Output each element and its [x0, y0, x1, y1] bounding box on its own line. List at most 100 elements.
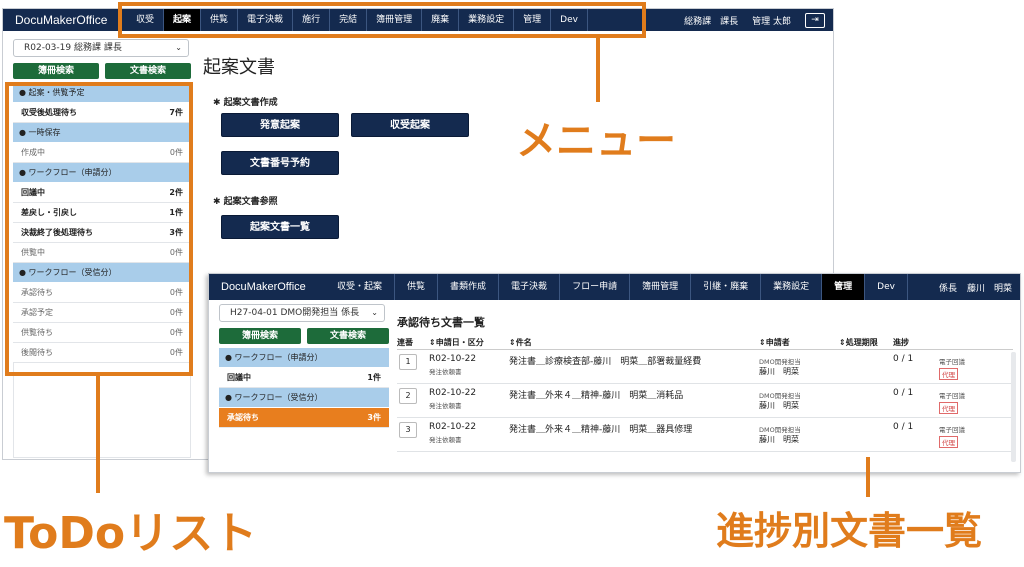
doc-name[interactable]: 発注書＿外来４＿精神-藤川 明菜＿消耗品	[509, 388, 759, 401]
section-ref-heading: ✱ 起案文書参照	[213, 197, 278, 207]
menu-item[interactable]: 業務設定	[761, 274, 823, 300]
todo-item[interactable]: 承認待ち 3件	[219, 408, 389, 428]
logout-icon[interactable]: ⇥	[805, 12, 825, 28]
col-date[interactable]: ⇕申請日・区分	[429, 336, 509, 349]
progress-value: 0 / 1	[893, 388, 914, 398]
route-label: 電子回議	[939, 358, 965, 366]
user-name: 管理 太郎	[752, 16, 791, 27]
user-role: 係長	[938, 283, 957, 294]
todo-item-label: 回議中	[227, 373, 251, 382]
applicant-cell: DMO開発担当 藤川 明菜	[759, 354, 839, 377]
doc-name[interactable]: 発注書＿診療検査部-藤川 明菜＿部署裁量経費	[509, 354, 759, 367]
col-progress: 進捗	[893, 338, 909, 347]
user-dept: 総務課 課長	[684, 16, 739, 27]
row-number-cell: 1	[397, 354, 429, 370]
brand-logo: DocuMakerOffice	[15, 13, 108, 27]
table-row[interactable]: 2 R02-10-22 発注依頼書 発注書＿外来４＿精神-藤川 明菜＿消耗品 DMO開発…	[397, 384, 1013, 418]
route-label: 電子回議	[939, 426, 965, 434]
table-row[interactable]: 1 R02-10-22 発注依頼書 発注書＿診療検査部-藤川 明菜＿部署裁量経費 DMO…	[397, 350, 1013, 384]
progress-value: 0 / 1	[893, 422, 914, 432]
col-applicant[interactable]: ⇕申請者	[759, 336, 839, 349]
proxy-badge: 代理	[939, 368, 958, 380]
menu-item[interactable]: 管理	[822, 274, 866, 300]
todo-callout-line	[96, 376, 100, 493]
applicant-cell: DMO開発担当 藤川 明菜	[759, 422, 839, 445]
todo-item-count: 3件	[367, 413, 381, 422]
doc-search-button[interactable]: 文書検索	[105, 63, 191, 79]
approval-window: DocuMakerOffice 収受・起案 供覧 書類作成 電子決裁 フロー申請 簿冊管理…	[208, 273, 1021, 473]
menu-item[interactable]: 電子決裁	[499, 274, 561, 300]
position-select[interactable]: R02-03-19 総務課 課長 ⌄	[13, 39, 189, 57]
menu-item[interactable]: 供覧	[395, 274, 439, 300]
doc-name[interactable]: 発注書＿外来４＿精神-藤川 明菜＿器具修理	[509, 422, 759, 435]
route-cell: 電子回議 代理	[939, 422, 999, 448]
progress-callout-line	[866, 457, 870, 497]
brand-logo-front: DocuMakerOffice	[221, 281, 306, 293]
date-cell: R02-10-22 発注依頼書	[429, 422, 509, 444]
hatsui-kian-button[interactable]: 発意起案	[221, 113, 339, 137]
todo-callout-label: ToDoリスト	[4, 508, 258, 559]
route-label: 電子回議	[939, 392, 965, 400]
chevron-down-icon: ⌄	[175, 43, 182, 52]
route-cell: 電子回議 代理	[939, 388, 999, 414]
progress-callout-label: 進捗別文書一覧	[716, 509, 983, 553]
row-number[interactable]: 2	[399, 388, 417, 404]
menu-item[interactable]: 簿冊管理	[630, 274, 692, 300]
applicant-dept: DMO開発担当	[759, 358, 801, 366]
apply-date: R02-10-22	[429, 388, 477, 398]
scrollbar[interactable]	[1011, 352, 1016, 462]
list-title: 承認待ち文書一覧	[397, 316, 485, 329]
todo-item[interactable]: 回議中 1件	[219, 368, 389, 388]
position-select-front[interactable]: H27-04-01 DMO開発担当 係長 ⌄	[219, 304, 385, 322]
kian-list-button[interactable]: 起案文書一覧	[221, 215, 339, 239]
applicant-name: 藤川 明菜	[759, 367, 799, 376]
shuju-kian-button[interactable]: 収受起案	[351, 113, 469, 137]
col-no: 連番	[397, 338, 413, 347]
top-nav-front: DocuMakerOffice 収受・起案 供覧 書類作成 電子決裁 フロー申請 簿冊管理…	[209, 274, 1020, 300]
menu-item[interactable]: フロー申請	[560, 274, 631, 300]
sidebar-front: H27-04-01 DMO開発担当 係長 ⌄ 簿冊検索 文書検索 ● ワークフロ…	[219, 304, 389, 428]
approval-table: 連番 ⇕申請日・区分 ⇕件名 ⇕申請者 ⇕処理期限 進捗 1 R02-10-22 発…	[397, 336, 1013, 452]
todo-section-header: ● ワークフロー（申請分）	[219, 348, 389, 368]
apply-date: R02-10-22	[429, 422, 477, 432]
applicant-name: 藤川 明菜	[759, 401, 799, 410]
todo-highlight-frame	[5, 82, 193, 376]
sidebar-empty-area	[13, 363, 191, 458]
date-cell: R02-10-22 発注依頼書	[429, 354, 509, 376]
page-title: 起案文書	[203, 57, 275, 78]
todo-list-front: ● ワークフロー（申請分） 回議中 1件 ● ワークフロー（受信分） 承認待ち 3件	[219, 348, 389, 428]
applicant-dept: DMO開発担当	[759, 392, 801, 400]
todo-item-label: 承認待ち	[227, 413, 259, 422]
chevron-down-icon: ⌄	[371, 308, 378, 317]
apply-date: R02-10-22	[429, 354, 477, 364]
doc-number-reserve-button[interactable]: 文書番号予約	[221, 151, 339, 175]
doc-kind: 発注依頼書	[429, 368, 462, 376]
row-number-cell: 3	[397, 422, 429, 438]
menu-item[interactable]: 引継・廃棄	[691, 274, 762, 300]
applicant-dept: DMO開発担当	[759, 426, 801, 434]
menu-callout-line	[596, 38, 600, 102]
doc-search-button-front[interactable]: 文書検索	[307, 328, 389, 344]
menu-item[interactable]: Dev	[865, 274, 908, 300]
row-number-cell: 2	[397, 388, 429, 404]
section-create-heading: ✱ 起案文書作成	[213, 98, 278, 108]
menu-item[interactable]: 書類作成	[438, 274, 500, 300]
todo-item-count: 1件	[367, 373, 381, 382]
row-number[interactable]: 1	[399, 354, 417, 370]
col-limit[interactable]: ⇕処理期限	[839, 336, 893, 349]
menu-item[interactable]: 収受・起案	[325, 274, 396, 300]
row-number[interactable]: 3	[399, 422, 417, 438]
todo-section-header: ● ワークフロー（受信分）	[219, 388, 389, 408]
table-row[interactable]: 3 R02-10-22 発注依頼書 発注書＿外来４＿精神-藤川 明菜＿器具修理 DMO開…	[397, 418, 1013, 452]
ledger-search-button-front[interactable]: 簿冊検索	[219, 328, 301, 344]
doc-kind: 発注依頼書	[429, 402, 462, 410]
ledger-search-button[interactable]: 簿冊検索	[13, 63, 99, 79]
col-name[interactable]: ⇕件名	[509, 336, 759, 349]
doc-kind: 発注依頼書	[429, 436, 462, 444]
menu-callout-label: メニュー	[516, 118, 676, 164]
applicant-name: 藤川 明菜	[759, 435, 799, 444]
applicant-cell: DMO開発担当 藤川 明菜	[759, 388, 839, 411]
route-cell: 電子回議 代理	[939, 354, 999, 380]
progress-value: 0 / 1	[893, 354, 914, 364]
menu-highlight-frame	[118, 2, 646, 38]
